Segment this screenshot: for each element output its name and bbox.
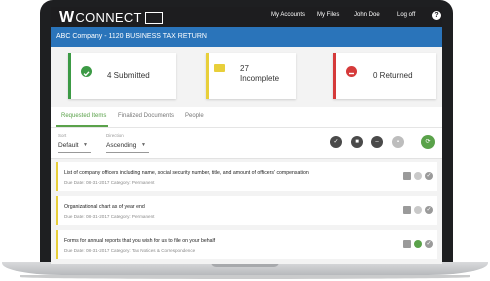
check-circle-icon: [81, 66, 92, 77]
sort-label: Sort: [58, 133, 67, 138]
item-actions: ✓: [403, 206, 433, 214]
list-item[interactable]: Organizational chart as of year end Due …: [56, 196, 437, 225]
list-item[interactable]: Forms for annual reports that you wish f…: [56, 230, 437, 259]
submitted-card[interactable]: 4 Submitted: [68, 53, 176, 99]
item-actions: ✓: [403, 172, 433, 180]
incomplete-stripe: [206, 53, 209, 99]
filter-bar: Sort Default ▼ Direction Ascending ▼ ✓ ■…: [51, 128, 442, 159]
page-title: ABC Company - 1120 BUSINESS TAX RETURN: [56, 33, 207, 40]
returned-stripe: [333, 53, 336, 99]
direction-label: Direction: [106, 133, 124, 138]
chevron-down-icon: ▼: [83, 142, 88, 148]
app-screen: W CONNECT My Accounts My Files John Doe …: [51, 7, 442, 264]
laptop-shadow: [20, 275, 470, 279]
app-logo[interactable]: W CONNECT: [59, 9, 163, 26]
item-meta: Due Date: 08-31-2017 Category: Permanent: [64, 180, 155, 185]
tab-people[interactable]: People: [185, 113, 204, 119]
item-meta: Due Date: 08-31-2017 Category: Permanent: [64, 214, 155, 219]
submitted-count: 4 Submitted: [107, 71, 150, 80]
incomplete-label: Incomplete: [240, 74, 280, 83]
sort-select[interactable]: Default: [58, 142, 79, 149]
returned-count: 0 Returned: [373, 71, 413, 80]
chat-icon[interactable]: [403, 240, 411, 248]
submitted-stripe: [68, 53, 71, 99]
item-meta: Due Date: 08-31-2017 Category: Tax Notic…: [64, 248, 196, 253]
eye-icon[interactable]: [414, 172, 422, 180]
page-header: ABC Company - 1120 BUSINESS TAX RETURN: [51, 27, 442, 47]
returned-card[interactable]: 0 Returned: [333, 53, 436, 99]
item-status-bar: [56, 230, 58, 259]
item-status-bar: [56, 196, 58, 225]
tab-finalized-documents[interactable]: Finalized Documents: [118, 113, 174, 119]
filter-archive-button[interactable]: ▪: [392, 136, 404, 148]
incomplete-count: 27: [240, 64, 249, 73]
item-title: Organizational chart as of year end: [64, 204, 145, 210]
minus-circle-icon: [346, 66, 357, 77]
nav-user-name[interactable]: John Doe: [354, 12, 380, 18]
filter-returned-button[interactable]: –: [371, 136, 383, 148]
sort-underline: [58, 152, 91, 153]
check-circle-icon[interactable]: ✓: [425, 206, 433, 214]
item-title: Forms for annual reports that you wish f…: [64, 238, 216, 244]
logo-text: CONNECT: [75, 10, 142, 25]
direction-underline: [106, 152, 149, 153]
chat-icon[interactable]: [403, 206, 411, 214]
logo-mark: W: [59, 8, 75, 26]
chat-icon[interactable]: [403, 172, 411, 180]
eye-icon[interactable]: [414, 240, 422, 248]
filter-submitted-button[interactable]: ✓: [330, 136, 342, 148]
nav-my-accounts[interactable]: My Accounts: [271, 12, 305, 18]
direction-select[interactable]: Ascending: [106, 142, 136, 149]
top-nav-bar: W CONNECT My Accounts My Files John Doe …: [51, 7, 442, 27]
chevron-down-icon: ▼: [141, 142, 146, 148]
tab-requested-items[interactable]: Requested Items: [61, 113, 106, 119]
check-circle-icon[interactable]: ✓: [425, 172, 433, 180]
item-actions: ✓: [403, 240, 433, 248]
tab-bar: Requested Items Finalized Documents Peop…: [51, 107, 442, 128]
nav-log-off[interactable]: Log off: [397, 12, 415, 18]
active-tab-indicator: [56, 125, 108, 127]
item-title: List of company officers including name,…: [64, 170, 309, 176]
item-status-bar: [56, 162, 58, 191]
requested-items-list: List of company officers including name,…: [51, 159, 442, 264]
refresh-button[interactable]: ⟳: [421, 135, 435, 149]
filter-incomplete-button[interactable]: ■: [351, 136, 363, 148]
check-circle-icon[interactable]: ✓: [425, 240, 433, 248]
comment-icon: [214, 64, 225, 72]
logo-box-icon: [144, 11, 163, 24]
eye-icon[interactable]: [414, 206, 422, 214]
status-cards: 4 Submitted 27 Incomplete 0 Returned: [51, 47, 442, 107]
list-item[interactable]: List of company officers including name,…: [56, 162, 437, 191]
incomplete-card[interactable]: 27 Incomplete: [206, 53, 296, 99]
nav-my-files[interactable]: My Files: [317, 12, 339, 18]
help-icon[interactable]: ?: [432, 11, 441, 20]
